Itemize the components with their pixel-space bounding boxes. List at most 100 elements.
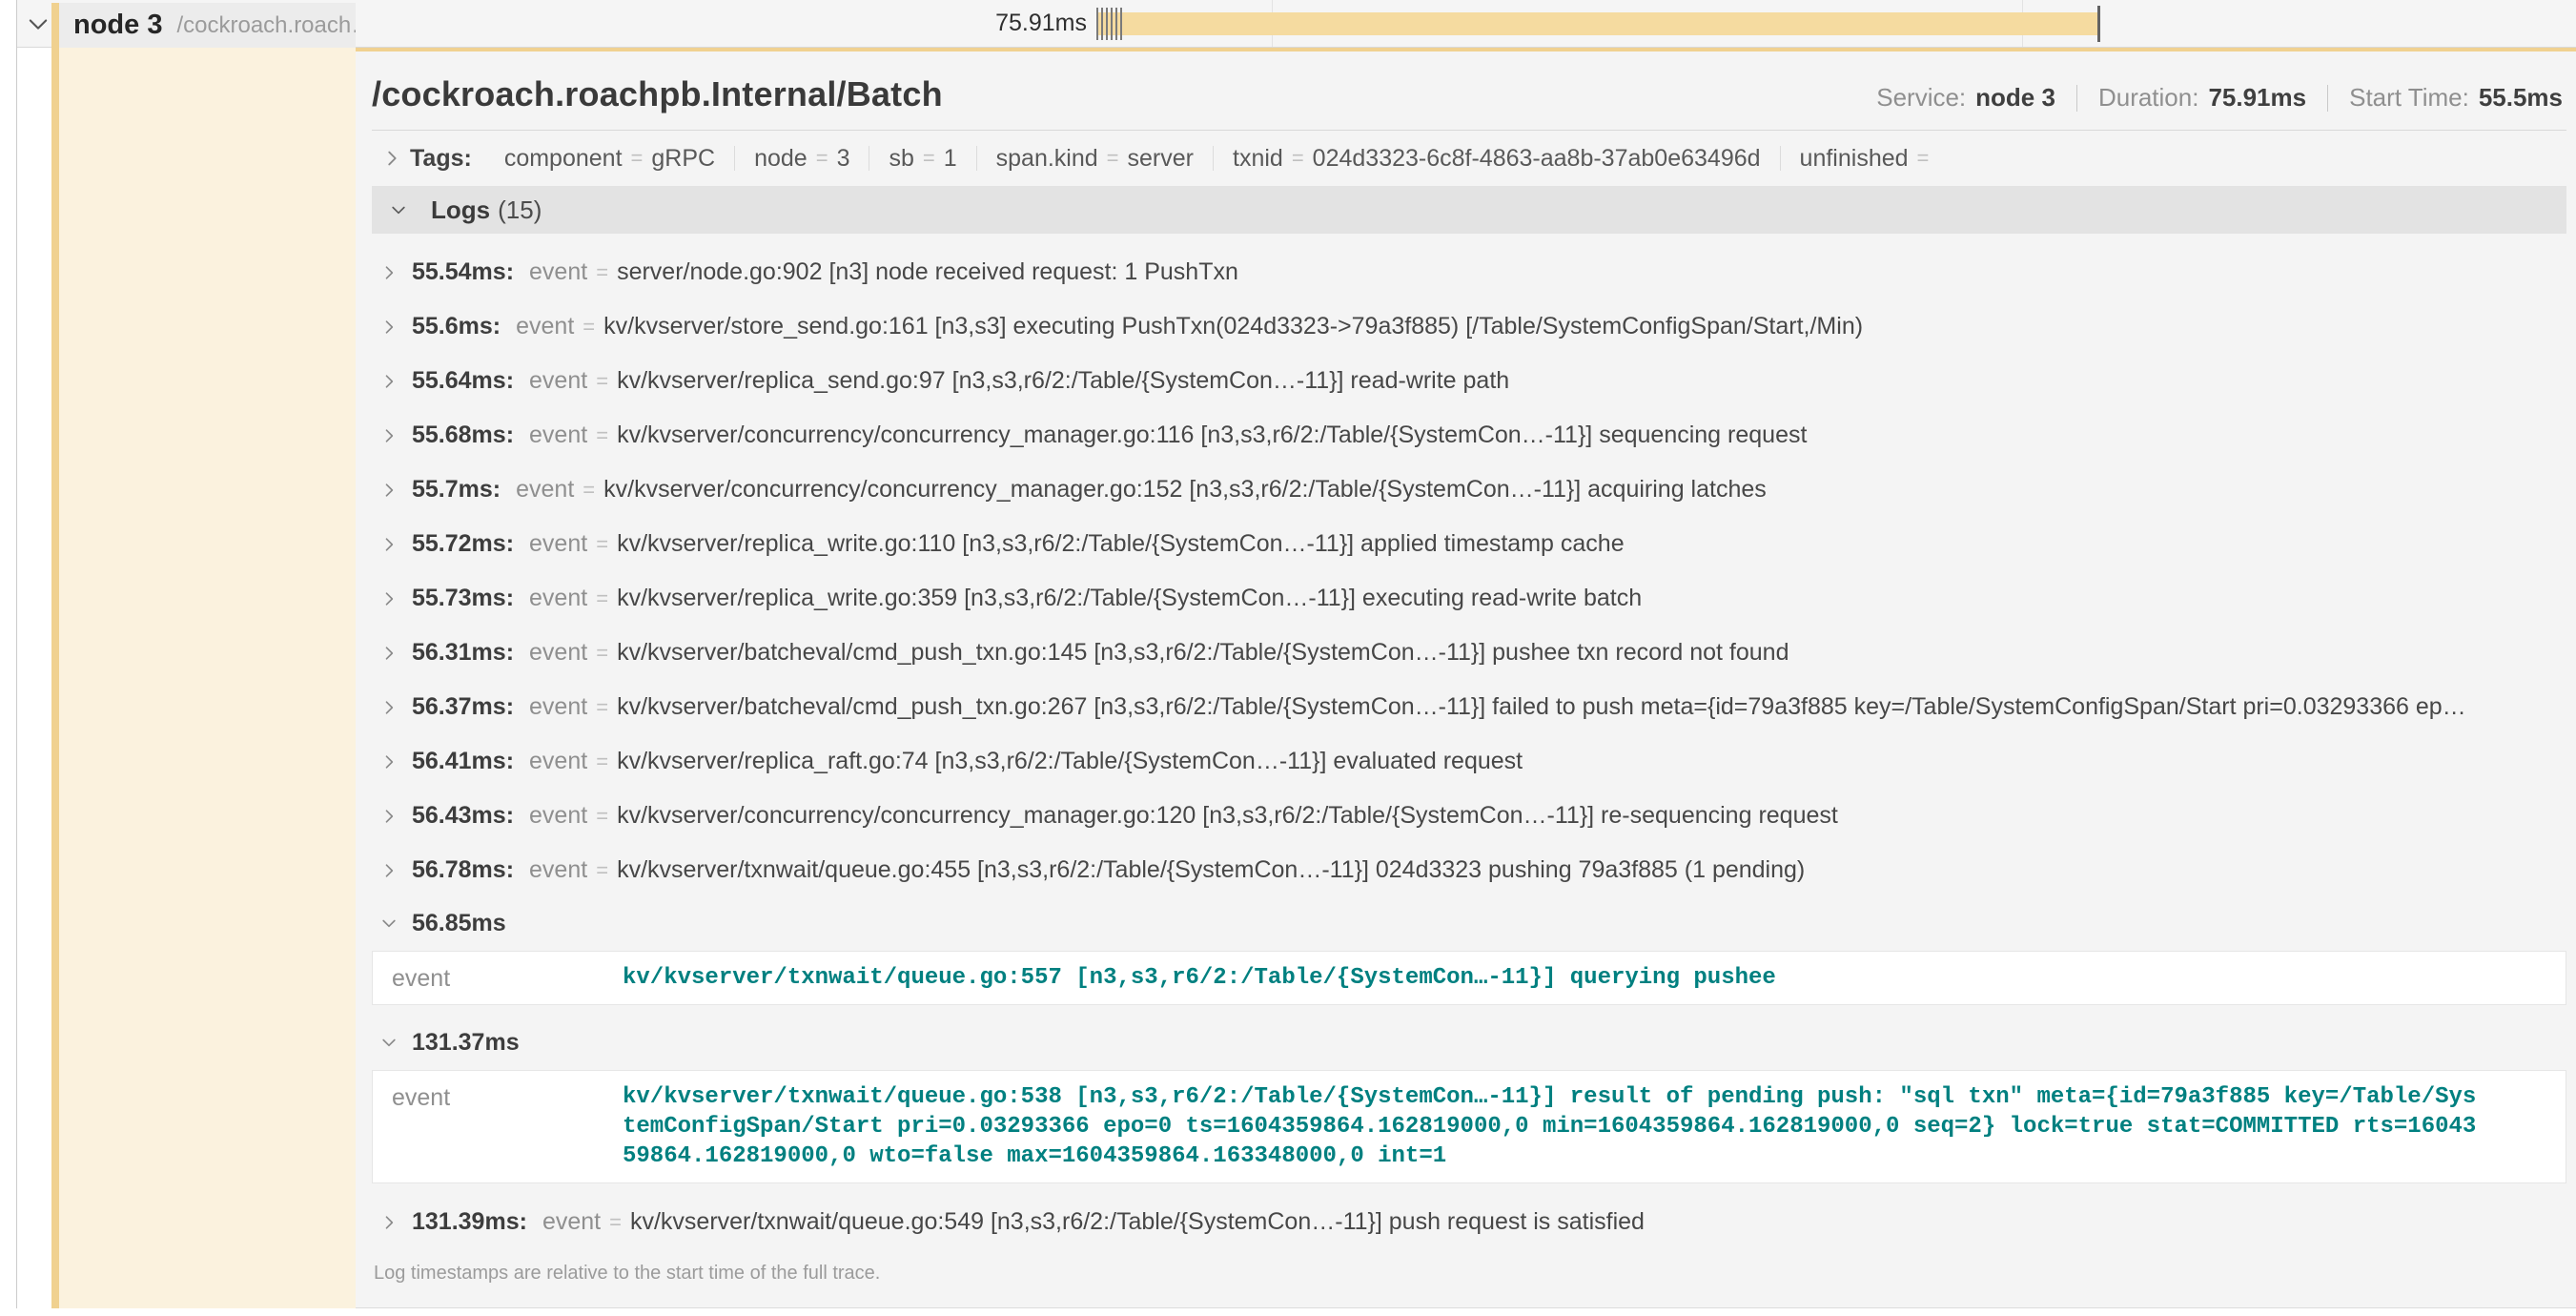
log-row[interactable]: 55.6ms: event = kv/kvserver/store_send.g… xyxy=(372,299,2566,354)
tag-item: sb = 1 xyxy=(869,145,975,173)
tags-section[interactable]: Tags: component = gRPC node = 3 sb = 1 s… xyxy=(372,131,2566,186)
equals-sign: = xyxy=(596,586,608,611)
span-operation-name: /cockroach.roach… xyxy=(176,12,356,39)
log-tick xyxy=(1096,8,1098,40)
equals-sign: = xyxy=(596,532,608,557)
log-field-name: event xyxy=(529,748,587,775)
log-field-name: event xyxy=(516,313,574,340)
log-message: kv/kvserver/replica_send.go:97 [n3,s3,r6… xyxy=(617,367,1509,395)
log-tick xyxy=(1106,8,1108,40)
logs-title: Logs xyxy=(431,195,490,225)
log-field-name: event xyxy=(529,367,587,395)
log-timestamp: 55.54ms: xyxy=(412,258,514,286)
tag-value: gRPC xyxy=(651,145,715,173)
meta-value: node 3 xyxy=(1975,83,2055,113)
log-row[interactable]: 55.64ms: event = kv/kvserver/replica_sen… xyxy=(372,354,2566,408)
span-end-tick xyxy=(2097,6,2100,42)
meta-label: Duration: xyxy=(2098,83,2199,113)
left-gutter-divider xyxy=(16,0,17,1308)
meta-label: Service: xyxy=(1876,83,1966,113)
log-tick-marks xyxy=(1096,8,1122,40)
log-field-name: event xyxy=(542,1208,601,1236)
log-field-name: event xyxy=(529,856,587,884)
log-message: kv/kvserver/replica_write.go:110 [n3,s3,… xyxy=(617,530,1625,558)
event-value: kv/kvserver/txnwait/queue.go:538 [n3,s3,… xyxy=(623,1071,2482,1182)
tag-value: 1 xyxy=(944,145,957,173)
log-field-name: event xyxy=(529,530,587,558)
log-row[interactable]: 56.31ms: event = kv/kvserver/batcheval/c… xyxy=(372,626,2566,680)
equals-sign: = xyxy=(1292,146,1304,171)
log-timestamp: 56.43ms: xyxy=(412,802,514,830)
chevron-right-icon xyxy=(381,148,404,169)
log-tick xyxy=(1120,8,1122,40)
log-message: kv/kvserver/concurrency/concurrency_mana… xyxy=(603,476,1767,504)
equals-sign: = xyxy=(816,146,828,171)
equals-sign: = xyxy=(583,478,595,503)
meta-value: 75.91ms xyxy=(2208,83,2306,113)
chevron-right-icon xyxy=(379,263,402,282)
log-row[interactable]: 55.72ms: event = kv/kvserver/replica_wri… xyxy=(372,517,2566,571)
equals-sign: = xyxy=(596,423,608,448)
span-detail-indent-band xyxy=(59,48,356,1308)
tag-key: sb xyxy=(889,145,913,173)
chevron-right-icon xyxy=(379,426,402,445)
equals-sign: = xyxy=(596,804,608,829)
log-field-name: event xyxy=(529,802,587,830)
tag-key: unfinished xyxy=(1800,145,1909,173)
log-field-name: event xyxy=(529,693,587,721)
log-tick xyxy=(1101,8,1103,40)
span-detail-header: /cockroach.roachpb.Internal/Batch Servic… xyxy=(372,51,2566,131)
log-row[interactable]: 55.54ms: event = server/node.go:902 [n3]… xyxy=(372,245,2566,299)
chevron-right-icon xyxy=(379,372,402,391)
tag-key: span.kind xyxy=(996,145,1098,173)
meta-value: 55.5ms xyxy=(2479,83,2563,113)
log-message: kv/kvserver/concurrency/concurrency_mana… xyxy=(617,422,1807,449)
event-box: event kv/kvserver/txnwait/queue.go:538 [… xyxy=(372,1070,2566,1183)
equals-sign: = xyxy=(596,369,608,394)
log-timestamp: 55.72ms: xyxy=(412,530,514,558)
log-row[interactable]: 55.73ms: event = kv/kvserver/replica_wri… xyxy=(372,571,2566,626)
log-group-header[interactable]: 56.85ms xyxy=(372,897,2566,949)
chevron-right-icon xyxy=(379,481,402,500)
span-duration-bar[interactable] xyxy=(1098,12,2099,35)
log-timestamp: 56.78ms: xyxy=(412,856,514,884)
log-row[interactable]: 55.7ms: event = kv/kvserver/concurrency/… xyxy=(372,463,2566,517)
log-field-name: event xyxy=(529,422,587,449)
span-row-topbar: node 3 /cockroach.roach… 75.91ms xyxy=(17,0,2576,48)
log-row[interactable]: 56.43ms: event = kv/kvserver/concurrency… xyxy=(372,789,2566,843)
equals-sign: = xyxy=(583,315,595,339)
logs-section-header[interactable]: Logs (15) xyxy=(372,186,2566,234)
log-group-header[interactable]: 131.37ms xyxy=(372,1017,2566,1068)
log-message: kv/kvserver/batcheval/cmd_push_txn.go:26… xyxy=(617,693,2466,721)
logs-list: 55.54ms: event = server/node.go:902 [n3]… xyxy=(372,234,2566,1249)
log-row[interactable]: 56.78ms: event = kv/kvserver/txnwait/que… xyxy=(372,843,2566,897)
log-field-name: event xyxy=(529,585,587,612)
equals-sign: = xyxy=(1917,146,1930,171)
log-timestamp: 56.85ms xyxy=(412,910,506,937)
log-row[interactable]: 56.37ms: event = kv/kvserver/batcheval/c… xyxy=(372,680,2566,734)
chevron-down-icon xyxy=(389,200,412,219)
span-title: /cockroach.roachpb.Internal/Batch xyxy=(372,74,943,114)
log-entry-expanded: 131.37ms event kv/kvserver/txnwait/queue… xyxy=(372,1017,2566,1183)
chevron-right-icon xyxy=(379,698,402,717)
meta-label: Start Time: xyxy=(2349,83,2469,113)
span-name-tab[interactable]: node 3 /cockroach.roach… xyxy=(51,3,356,48)
equals-sign: = xyxy=(596,750,608,774)
equals-sign: = xyxy=(631,146,644,171)
log-row[interactable]: 55.68ms: event = kv/kvserver/concurrency… xyxy=(372,408,2566,463)
tag-key: node xyxy=(754,145,808,173)
tag-item: node = 3 xyxy=(735,145,869,173)
chevron-right-icon xyxy=(379,535,402,554)
collapse-span-chevron-icon[interactable] xyxy=(23,10,53,38)
log-row[interactable]: 56.41ms: event = kv/kvserver/replica_raf… xyxy=(372,734,2566,789)
log-row[interactable]: 131.39ms: event = kv/kvserver/txnwait/qu… xyxy=(372,1195,2566,1249)
log-timestamp: 55.68ms: xyxy=(412,422,514,449)
log-timestamp: 131.37ms xyxy=(412,1029,520,1057)
log-message: server/node.go:902 [n3] node received re… xyxy=(617,258,1238,286)
meta-divider xyxy=(2076,85,2077,112)
tag-item: unfinished = xyxy=(1781,145,1957,173)
log-timestamp: 56.41ms: xyxy=(412,748,514,775)
log-timestamp: 55.64ms: xyxy=(412,367,514,395)
equals-sign: = xyxy=(596,858,608,883)
tag-key: txnid xyxy=(1233,145,1283,173)
